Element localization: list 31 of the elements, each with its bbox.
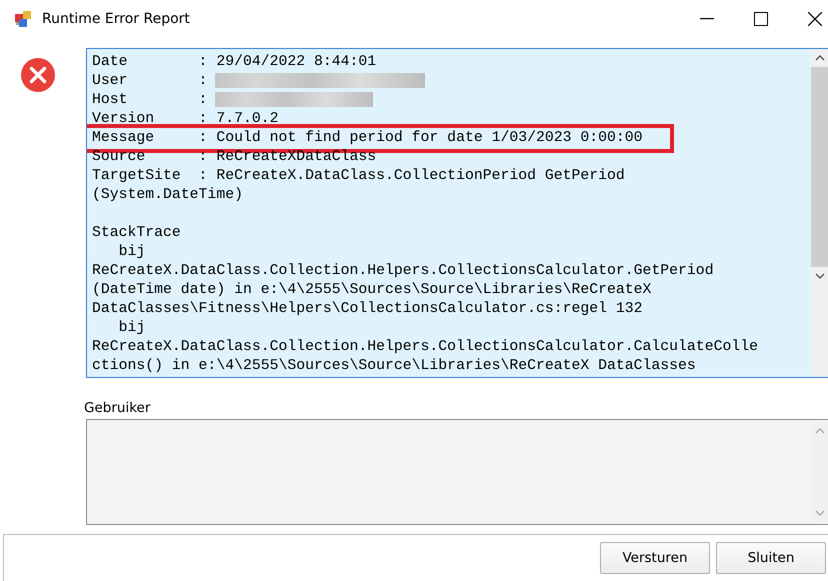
minimize-icon[interactable] (700, 18, 714, 20)
report-line: Message : Could not find period for date 1/03/2023 0:00:00 (92, 129, 643, 148)
report-line: ctions() in e:\4\2555\Sources\Source\Libraries\ReCreateX DataClasses (92, 357, 696, 376)
report-line: bij (118, 319, 146, 338)
report-line: Source : ReCreateXDataClass (92, 148, 376, 167)
report-line: (DateTime date) in e:\4\2555\Sources\Source\Libraries\ReCreateX (92, 281, 652, 300)
report-line: ReCreateX.DataClass.Collection.Helpers.CollectionsCalculator.GetPeriod (92, 262, 714, 281)
report-line: Version : 7.7.0.2 (92, 110, 278, 129)
report-line: User : (92, 72, 208, 91)
report-line: DataClasses\Fitness\Helpers\CollectionsCalculator.cs:regel 132 (92, 300, 643, 319)
report-line: TargetSite : ReCreateX.DataClass.CollectionPeriod GetPeriod (92, 167, 625, 186)
close-icon[interactable] (808, 12, 822, 26)
report-line: (System.DateTime) (92, 186, 243, 205)
maximize-icon[interactable] (754, 12, 768, 26)
report-line: Host : (92, 91, 208, 110)
report-text-box[interactable] (86, 48, 828, 378)
error-icon (20, 57, 56, 93)
app-icon (15, 11, 32, 27)
report-line: bij (118, 243, 146, 262)
report-line: Date : 29/04/2022 8:44:01 (92, 53, 376, 72)
window-title: Runtime Error Report (42, 11, 191, 27)
report-line: ReCreateX.DataClass.Collection.Helpers.CollectionsCalculator.CalculateColle (92, 338, 758, 357)
comment-field[interactable] (86, 419, 828, 525)
report-line: StackTrace (92, 224, 181, 243)
comment-label: Gebruiker (84, 400, 152, 416)
scrollbar-thumb[interactable] (811, 67, 828, 267)
scrollbar[interactable] (811, 49, 828, 377)
scroll-down-icon[interactable] (814, 273, 824, 279)
dialog-button[interactable]: Sluiten (716, 542, 826, 574)
dialog-button[interactable]: Versturen (600, 542, 710, 574)
scroll-up-icon[interactable] (814, 55, 824, 61)
